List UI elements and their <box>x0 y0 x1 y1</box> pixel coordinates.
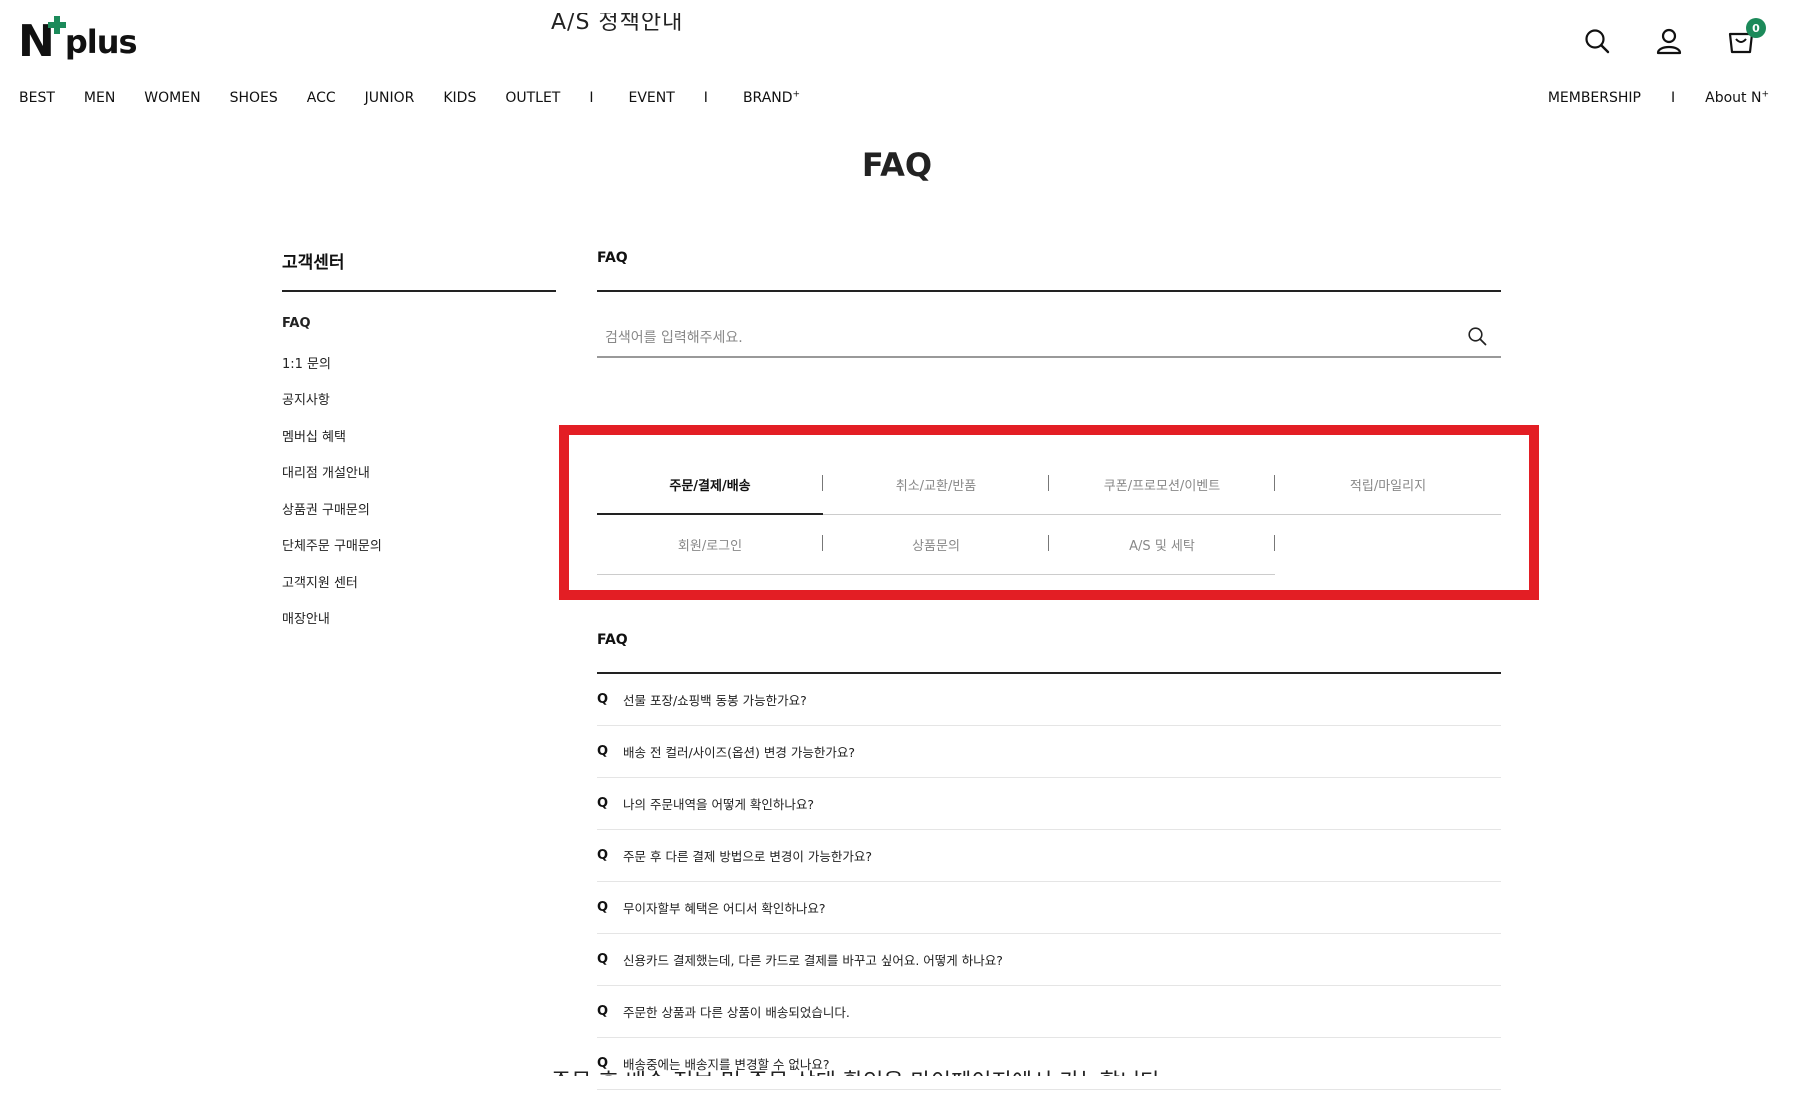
nav-acc[interactable]: ACC <box>307 90 336 106</box>
search-input[interactable] <box>605 326 1455 350</box>
nav-outlet[interactable]: OUTLET <box>505 90 560 106</box>
ghost-text-top: A/S 정책안내 <box>551 10 684 35</box>
faq-q-label: Q <box>597 1004 609 1019</box>
tab-order-payment-delivery[interactable]: 주문/결제/배송 <box>597 455 823 515</box>
faq-question: 무이자할부 혜택은 어디서 확인하나요? <box>623 901 826 916</box>
nav-membership[interactable]: MEMBERSHIP <box>1548 90 1641 106</box>
faq-item[interactable]: Q 무이자할부 혜택은 어디서 확인하나요? <box>597 882 1501 934</box>
sidebar-item-giftcard[interactable]: 상품권 구매문의 <box>282 499 382 536</box>
nav-best[interactable]: BEST <box>19 90 55 106</box>
search-icon[interactable] <box>1580 24 1614 58</box>
sidebar-item-agency[interactable]: 대리점 개설안내 <box>282 462 382 499</box>
tab-placeholder <box>1275 515 1501 575</box>
tab-member-login[interactable]: 회원/로그인 <box>597 515 823 575</box>
logo[interactable]: N plus <box>18 16 138 64</box>
cart-icon[interactable]: 0 <box>1724 18 1766 58</box>
tab-row: 회원/로그인 상품문의 A/S 및 세탁 <box>597 515 1501 575</box>
faq-list-title: FAQ <box>597 632 628 648</box>
faq-item[interactable]: Q 신용카드 결제했는데, 다른 카드로 결제를 바꾸고 싶어요. 어떻게 하나요… <box>597 934 1501 986</box>
nav-separator: I <box>589 90 594 106</box>
tab-row: 주문/결제/배송 취소/교환/반품 쿠폰/프로모션/이벤트 적립/마일리지 <box>597 455 1501 515</box>
nav-men[interactable]: MEN <box>84 90 115 106</box>
user-icon[interactable] <box>1652 24 1686 58</box>
faq-item[interactable]: Q 배송 전 컬러/사이즈(옵션) 변경 가능한가요? <box>597 726 1501 778</box>
tab-as-laundry[interactable]: A/S 및 세탁 <box>1049 515 1275 575</box>
nav-junior[interactable]: JUNIOR <box>365 90 415 106</box>
nav-separator: I <box>703 90 708 106</box>
nav-separator: I <box>1670 90 1676 106</box>
faq-category-tabs: 주문/결제/배송 취소/교환/반품 쿠폰/프로모션/이벤트 적립/마일리지 회원… <box>597 455 1501 575</box>
faq-question: 나의 주문내역을 어떻게 확인하나요? <box>623 797 815 812</box>
nav-brand-sup: + <box>792 89 801 100</box>
nav-about-label: About N <box>1705 90 1762 106</box>
nav-brand[interactable]: BRAND+ <box>743 90 800 106</box>
faq-q-label: Q <box>597 796 609 811</box>
sidebar-item-stores[interactable]: 매장안내 <box>282 608 382 645</box>
tab-product-inquiry[interactable]: 상품문의 <box>823 515 1049 575</box>
faq-item[interactable]: Q 주문한 상품과 다른 상품이 배송되었습니다. <box>597 986 1501 1038</box>
nav-women[interactable]: WOMEN <box>144 90 200 106</box>
section-title: FAQ <box>597 250 628 266</box>
sidebar-item-support-center[interactable]: 고객지원 센터 <box>282 572 382 609</box>
tab-coupon-promotion-event[interactable]: 쿠폰/프로모션/이벤트 <box>1049 455 1275 515</box>
sidebar-item-notice[interactable]: 공지사항 <box>282 389 382 426</box>
sidebar-item-inquiry[interactable]: 1:1 문의 <box>282 353 382 390</box>
sidebar-item-faq[interactable]: FAQ <box>282 316 382 353</box>
sidebar-divider <box>282 290 556 292</box>
faq-list: Q 선물 포장/쇼핑백 동봉 가능한가요? Q 배송 전 컬러/사이즈(옵션) 변경… <box>597 674 1501 1090</box>
logo-word: plus <box>64 23 138 61</box>
tab-cancel-exchange-return[interactable]: 취소/교환/반품 <box>823 455 1049 515</box>
sidebar-menu: FAQ 1:1 문의 공지사항 멤버십 혜택 대리점 개설안내 상품권 구매문의… <box>282 316 382 645</box>
faq-item[interactable]: Q 주문 후 다른 결제 방법으로 변경이 가능한가요? <box>597 830 1501 882</box>
nav-kids[interactable]: KIDS <box>443 90 476 106</box>
tab-points-mileage[interactable]: 적립/마일리지 <box>1275 455 1501 515</box>
faq-item[interactable]: Q 나의 주문내역을 어떻게 확인하나요? <box>597 778 1501 830</box>
faq-question: 신용카드 결제했는데, 다른 카드로 결제를 바꾸고 싶어요. 어떻게 하나요? <box>623 953 1003 968</box>
section-divider <box>597 290 1501 292</box>
nav-brand-label: BRAND <box>742 90 793 106</box>
faq-question: 주문한 상품과 다른 상품이 배송되었습니다. <box>623 1005 850 1020</box>
faq-item[interactable]: Q 선물 포장/쇼핑백 동봉 가능한가요? <box>597 674 1501 726</box>
nav-about[interactable]: About N+ <box>1705 90 1769 106</box>
sidebar-item-group-order[interactable]: 단체주문 구매문의 <box>282 535 382 572</box>
nav-event[interactable]: EVENT <box>629 90 675 106</box>
search-bar <box>597 318 1501 358</box>
sidebar-item-membership[interactable]: 멤버십 혜택 <box>282 426 382 463</box>
faq-question: 선물 포장/쇼핑백 동봉 가능한가요? <box>623 693 807 708</box>
nav-about-sup: + <box>1761 89 1769 100</box>
logo-plus-icon <box>48 16 66 34</box>
cart-count-badge: 0 <box>1746 18 1766 38</box>
faq-q-label: Q <box>597 900 609 915</box>
search-button-icon[interactable] <box>1467 326 1491 350</box>
faq-q-label: Q <box>597 744 609 759</box>
utility-nav: MEMBERSHIP I About N+ <box>1548 90 1769 106</box>
sidebar-title: 고객센터 <box>282 253 345 273</box>
main-nav: BEST MEN WOMEN SHOES ACC JUNIOR KIDS OUT… <box>19 90 829 106</box>
faq-q-label: Q <box>597 692 609 707</box>
nav-shoes[interactable]: SHOES <box>230 90 278 106</box>
faq-q-label: Q <box>597 952 609 967</box>
faq-question: 주문 후 다른 결제 방법으로 변경이 가능한가요? <box>623 849 872 864</box>
faq-question: 배송 전 컬러/사이즈(옵션) 변경 가능한가요? <box>623 745 855 760</box>
faq-q-label: Q <box>597 848 609 863</box>
page-title: FAQ <box>861 146 933 184</box>
